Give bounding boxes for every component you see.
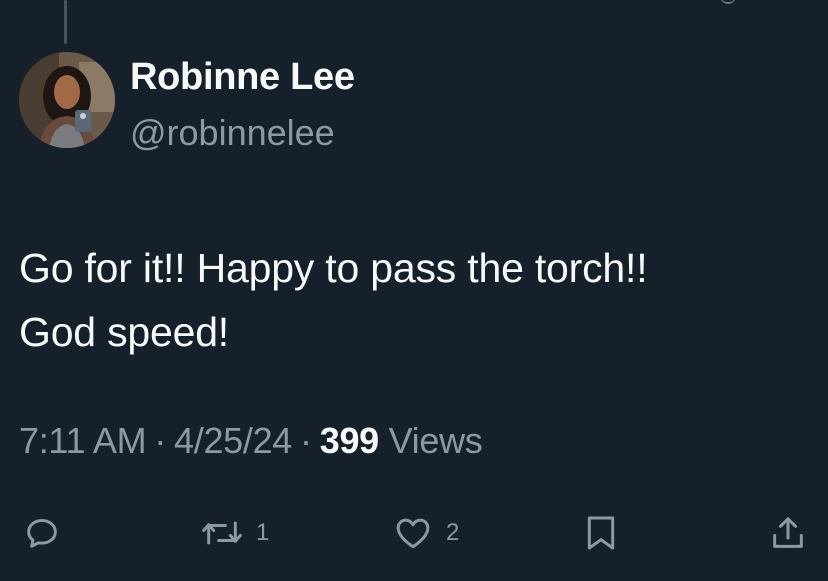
tweet-text: Go for it!! Happy to pass the torch!! Go… [19,236,809,364]
retweet-icon [202,521,242,545]
tweet-metadata: 7:11 AM · 4/25/24 · 399 Views [19,420,483,462]
share-icon [773,517,803,548]
separator: · [300,420,312,461]
avatar[interactable] [19,52,115,148]
bookmark-button[interactable] [584,505,618,561]
like-count: 2 [446,519,460,546]
tweet-text-line: Go for it!! Happy to pass the torch!! [19,245,648,291]
retweet-button[interactable]: 1 [200,505,269,561]
reply-button[interactable] [22,505,62,561]
author-handle[interactable]: @robinnelee [130,112,335,154]
heart-icon [396,518,430,549]
tweet-action-bar: 1 2 [0,505,828,561]
like-button[interactable]: 2 [392,505,459,561]
avatar-photo [19,52,115,148]
views-label: Views [388,420,483,461]
retweet-count: 1 [256,519,270,546]
views-count: 399 [319,420,379,461]
tweet-text-line: God speed! [19,309,229,355]
tweet-time[interactable]: 7:11 AM [19,420,147,461]
reply-icon [27,519,57,548]
truncated-icon [720,0,736,4]
bookmark-icon [587,516,615,550]
thread-connector-line [64,0,67,44]
share-button[interactable] [768,505,808,561]
tweet-date[interactable]: 4/25/24 [174,420,292,461]
separator: · [154,420,167,461]
author-display-name[interactable]: Robinne Lee [130,56,355,99]
